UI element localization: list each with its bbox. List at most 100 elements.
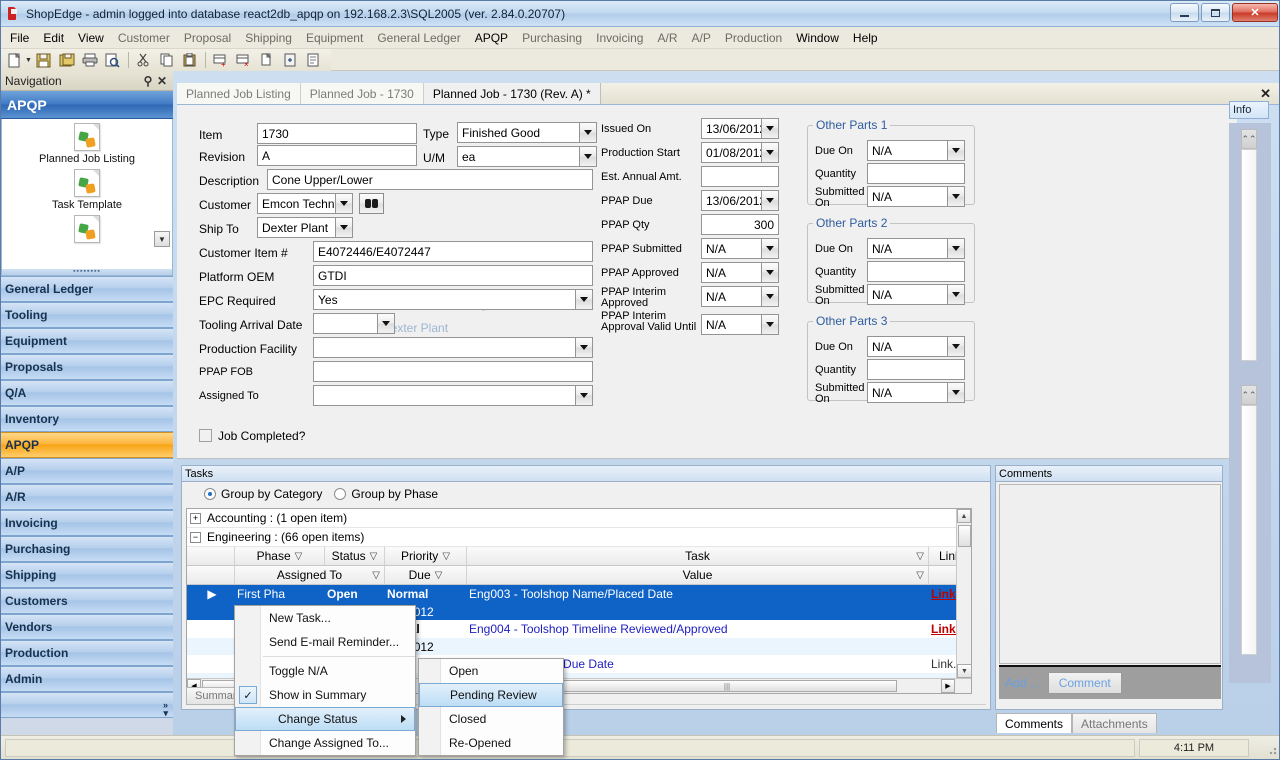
chevron-down-icon[interactable]: [947, 337, 964, 356]
sidebar-item-apqp[interactable]: APQP: [1, 432, 173, 458]
op3-submitted-on-combo[interactable]: N/A: [867, 382, 965, 403]
menu-new-task[interactable]: New Task...: [235, 606, 415, 630]
sidebar-item-inventory[interactable]: Inventory: [1, 406, 173, 432]
job-completed-checkbox[interactable]: [199, 429, 212, 442]
expand-plus-icon[interactable]: +: [190, 512, 201, 524]
chevron-down-icon[interactable]: [947, 285, 964, 304]
new-document-icon[interactable]: [4, 50, 26, 70]
platform-oem-field[interactable]: GTDI: [313, 265, 593, 286]
sidebar-item-purchasing[interactable]: Purchasing: [1, 536, 173, 562]
menu-purchasing[interactable]: Purchasing: [515, 28, 589, 48]
resize-grip-icon[interactable]: [1264, 742, 1278, 756]
menu-customer[interactable]: Customer: [111, 28, 177, 48]
chevron-down-icon[interactable]: [947, 383, 964, 402]
op2-submitted-on-combo[interactable]: N/A: [867, 284, 965, 305]
filter-icon[interactable]: ▽: [372, 570, 380, 581]
ppap-due-combo[interactable]: 13/06/2012: [701, 190, 779, 211]
menu-general-ledger[interactable]: General Ledger: [370, 28, 467, 48]
sidebar-overflow-button[interactable]: » ▾: [1, 692, 173, 718]
radio-group-by-category[interactable]: Group by Category: [204, 487, 322, 501]
header-priority[interactable]: Priority ▽: [385, 547, 467, 565]
assigned-to-combo[interactable]: [313, 385, 593, 406]
menu-edit[interactable]: Edit: [36, 28, 71, 48]
apqp-document-icon[interactable]: [74, 169, 100, 197]
sidebar-item-equipment[interactable]: Equipment: [1, 328, 173, 354]
chevron-down-icon[interactable]: [579, 123, 596, 142]
sidebar-item-tooling[interactable]: Tooling: [1, 302, 173, 328]
apqp-document-icon[interactable]: [74, 123, 100, 151]
chevron-down-icon[interactable]: [579, 147, 596, 166]
ppap-interim-valid-until-combo[interactable]: N/A: [701, 314, 779, 335]
cut-icon[interactable]: [133, 50, 155, 70]
add-comment-link[interactable]: Add ...: [1005, 676, 1040, 690]
menu-window[interactable]: Window: [789, 28, 846, 48]
production-start-combo[interactable]: 01/08/2012: [701, 142, 779, 163]
shortcut-task-template[interactable]: Task Template: [52, 199, 122, 211]
type-combo[interactable]: Finished Good: [457, 122, 597, 143]
chevron-down-icon[interactable]: [947, 187, 964, 206]
add-row-icon[interactable]: +: [210, 50, 232, 70]
grid-vertical-scrollbar[interactable]: ▲ ▼: [956, 509, 972, 693]
delete-row-icon[interactable]: ×: [233, 50, 255, 70]
tab-planned-job-1730[interactable]: Planned Job - 1730: [300, 83, 424, 104]
epc-required-combo[interactable]: Yes: [313, 289, 593, 310]
radio-group-by-phase[interactable]: Group by Phase: [334, 487, 438, 501]
chevron-down-icon[interactable]: [377, 314, 394, 333]
chevron-down-icon[interactable]: [947, 141, 964, 160]
chevron-down-icon[interactable]: [575, 386, 592, 405]
collapse-minus-icon[interactable]: −: [190, 531, 201, 543]
refresh-icon[interactable]: [279, 50, 301, 70]
menu-ap[interactable]: A/P: [685, 28, 718, 48]
sidebar-item-ap[interactable]: A/P: [1, 458, 173, 484]
sidebar-item-customers[interactable]: Customers: [1, 588, 173, 614]
print-preview-icon[interactable]: [102, 50, 124, 70]
revision-field[interactable]: A: [257, 145, 417, 166]
header-due[interactable]: Due ▽: [385, 566, 467, 584]
edit-note-icon[interactable]: [302, 50, 324, 70]
chevron-down-icon[interactable]: [761, 263, 778, 282]
menu-invoicing[interactable]: Invoicing: [589, 28, 650, 48]
chevron-down-icon[interactable]: [575, 338, 592, 357]
ship-to-combo[interactable]: Dexter Plant: [257, 217, 353, 238]
chevron-down-icon[interactable]: [335, 218, 352, 237]
sidebar-item-vendors[interactable]: Vendors: [1, 614, 173, 640]
sidebar-item-ar[interactable]: A/R: [1, 484, 173, 510]
menu-change-status[interactable]: Change Status: [235, 707, 415, 731]
item-field[interactable]: 1730: [257, 123, 417, 144]
sidebar-item-production[interactable]: Production: [1, 640, 173, 666]
um-combo[interactable]: ea: [457, 146, 597, 167]
comments-list[interactable]: [999, 484, 1221, 664]
tab-comments[interactable]: Comments: [996, 713, 1073, 733]
submenu-status-re-opened[interactable]: Re-Opened: [419, 731, 563, 755]
double-chevron-up-icon[interactable]: ⌃⌃: [1241, 129, 1257, 149]
group-row-engineering[interactable]: − Engineering : (66 open items): [187, 528, 971, 547]
filter-icon[interactable]: ▽: [916, 570, 924, 581]
chevron-down-icon[interactable]: [761, 191, 778, 210]
header-value[interactable]: Value ▽: [467, 566, 929, 584]
production-facility-combo[interactable]: [313, 337, 593, 358]
apqp-document-icon[interactable]: [74, 215, 100, 243]
scroll-thumb[interactable]: [958, 525, 971, 547]
menu-file[interactable]: File: [3, 28, 36, 48]
sidebar-item-invoicing[interactable]: Invoicing: [1, 510, 173, 536]
op1-submitted-on-combo[interactable]: N/A: [867, 186, 965, 207]
filter-icon[interactable]: ▽: [916, 551, 924, 562]
op2-due-on-combo[interactable]: N/A: [867, 238, 965, 259]
double-chevron-up-icon-2[interactable]: ⌃⌃: [1241, 385, 1257, 405]
ppap-interim-approved-combo[interactable]: N/A: [701, 286, 779, 307]
filter-icon[interactable]: ▽: [435, 570, 443, 581]
filter-icon[interactable]: ▽: [442, 551, 450, 562]
chevron-down-icon[interactable]: [761, 143, 778, 162]
filter-icon[interactable]: ▽: [295, 551, 303, 562]
close-icon[interactable]: ✕: [155, 74, 169, 88]
header-status[interactable]: Status ▽: [325, 547, 385, 565]
binoculars-icon[interactable]: [359, 193, 384, 214]
sidebar-item-proposals[interactable]: Proposals: [1, 354, 173, 380]
menu-send-email-reminder[interactable]: Send E-mail Reminder...: [235, 630, 415, 654]
new-dropdown-icon[interactable]: ▼: [25, 57, 32, 64]
pin-icon[interactable]: ⚲: [141, 74, 155, 88]
issued-on-combo[interactable]: 13/06/2012: [701, 118, 779, 139]
tab-planned-job-listing[interactable]: Planned Job Listing: [177, 83, 301, 104]
submenu-status-pending-review[interactable]: Pending Review: [419, 683, 563, 707]
op1-due-on-combo[interactable]: N/A: [867, 140, 965, 161]
